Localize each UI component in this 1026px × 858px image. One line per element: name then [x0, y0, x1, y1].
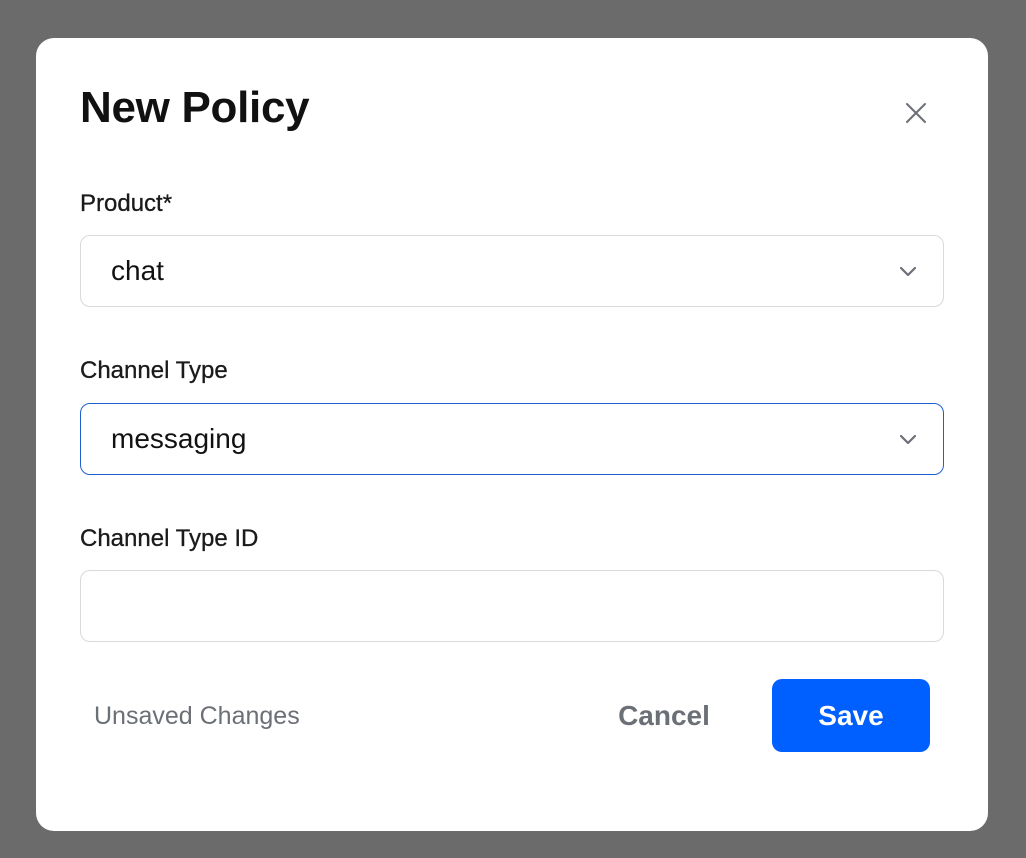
save-button[interactable]: Save [772, 679, 930, 752]
chevron-down-icon [897, 260, 919, 282]
close-button[interactable] [896, 94, 936, 134]
product-label: Product* [80, 190, 173, 217]
dialog-title: New Policy [80, 83, 310, 132]
channel-type-label: Channel Type [80, 357, 228, 384]
channel-type-select-value: messaging [111, 423, 247, 454]
chevron-down-icon [897, 428, 919, 450]
product-select[interactable]: chat [80, 235, 944, 307]
channel-type-id-label: Channel Type ID [80, 525, 259, 552]
new-policy-dialog: New Policy Product* chat Channel Type me… [36, 38, 988, 831]
product-select-value: chat [111, 255, 164, 286]
close-icon [904, 101, 928, 128]
channel-type-id-input[interactable] [80, 570, 944, 642]
channel-type-select[interactable]: messaging [80, 403, 944, 475]
unsaved-changes-status: Unsaved Changes [94, 702, 300, 730]
cancel-button[interactable]: Cancel [604, 680, 724, 752]
